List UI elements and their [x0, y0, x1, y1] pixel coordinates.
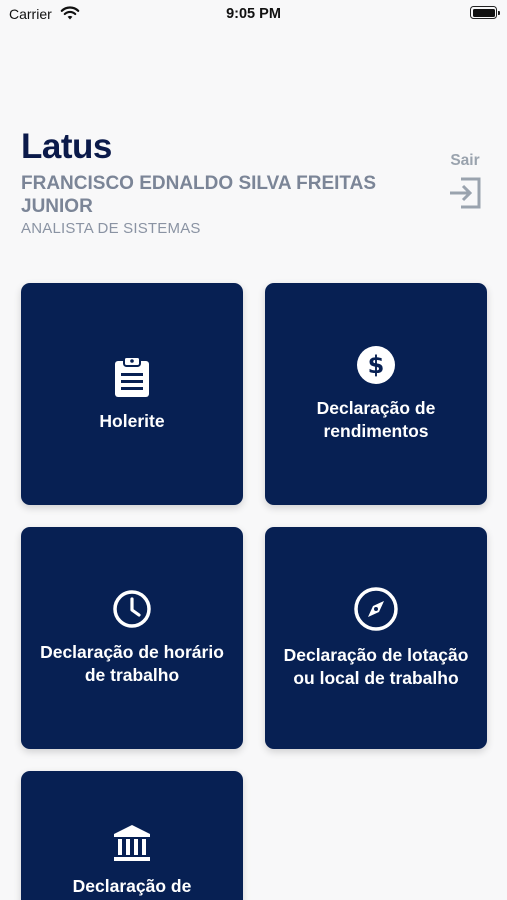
- logout-label: Sair: [450, 152, 480, 169]
- user-role: ANALISTA DE SISTEMAS: [21, 220, 201, 237]
- menu-card-declaracao-rendimentos[interactable]: $ Declaração de rendimentos: [265, 283, 487, 505]
- logout-icon: [450, 177, 481, 209]
- menu-card-declaracao-horario[interactable]: Declaração de horário de trabalho: [21, 527, 243, 749]
- status-bar: Carrier 9:05 PM: [0, 0, 507, 28]
- menu-card-label: Declaração de: [72, 876, 192, 896]
- menu-card-label: Declaração de rendimentos: [316, 398, 436, 441]
- menu-card-declaracao-lotacao[interactable]: Declaração de lotação ou local de trabal…: [265, 527, 487, 749]
- compass-icon: [354, 587, 398, 631]
- user-name: FRANCISCO EDNALDO SILVA FREITAS JUNIOR: [21, 173, 377, 217]
- clock-icon: [113, 590, 151, 628]
- app-title: Latus: [21, 127, 112, 166]
- dollar-icon: $: [357, 346, 395, 384]
- menu-card-holerite[interactable]: Holerite: [21, 283, 243, 505]
- logout-button[interactable]: Sair: [443, 152, 487, 211]
- profile-header: Latus FRANCISCO EDNALDO SILVA FREITAS JU…: [21, 128, 441, 238]
- svg-text:$: $: [368, 351, 385, 379]
- status-time: 9:05 PM: [226, 6, 281, 22]
- menu-card-label: Declaração de horário de trabalho: [40, 642, 224, 685]
- menu-card-label: Declaração de lotação ou local de trabal…: [283, 645, 469, 688]
- menu-card-label: Holerite: [99, 410, 165, 431]
- battery-icon: [470, 6, 500, 19]
- menu-card-declaracao[interactable]: Declaração de: [21, 771, 243, 900]
- bank-icon: [114, 825, 150, 861]
- clipboard-icon: [115, 355, 149, 397]
